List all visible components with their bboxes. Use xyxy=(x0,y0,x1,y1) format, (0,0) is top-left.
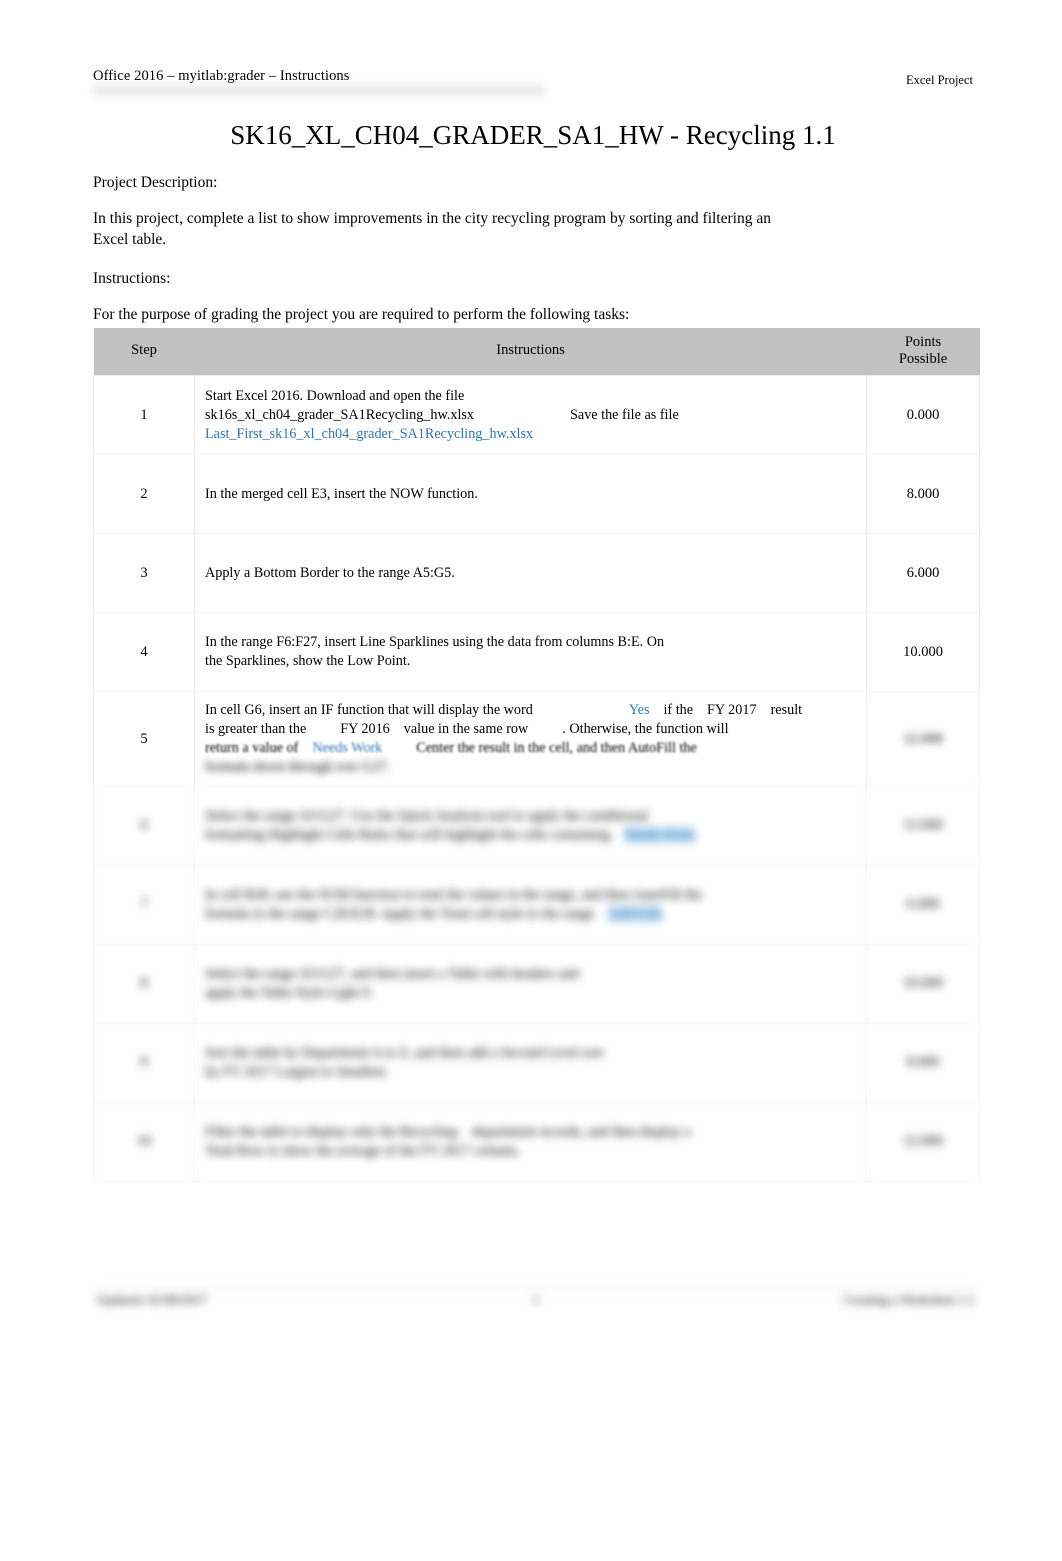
instruction-filename: sk16s_xl_ch04_grader_SA1Recycling_hw.xls… xyxy=(205,406,475,423)
instruction-text: In the range F6:F27, insert Line Sparkli… xyxy=(205,634,665,651)
instruction-text-3: apply the Table Style Light 9. xyxy=(205,984,374,1001)
points-possible: 8.000 xyxy=(866,454,980,535)
points-possible: 0.000 xyxy=(866,375,980,456)
table-row: 1 Start Excel 2016. Download and open th… xyxy=(93,375,980,456)
project-description-label: Project Description: xyxy=(93,174,218,191)
step-number: 1 xyxy=(93,375,195,456)
instruction-text-3: . xyxy=(661,905,665,922)
grading-steps-table: Step Instructions Points Possible 1 Star… xyxy=(93,328,980,1182)
column-header-points: Points Possible xyxy=(866,328,980,376)
instruction-text-7: return a value of xyxy=(205,740,299,757)
step-instructions: In cell B28, use the SUM function to tot… xyxy=(194,864,867,945)
instruction-text: Select the range A5:G27. Use the Quick A… xyxy=(205,807,649,824)
instruction-field-fy2016: FY 2016 xyxy=(340,721,390,738)
step-instructions: In the merged cell E3, insert the NOW fu… xyxy=(194,454,867,535)
project-description-text: In this project, complete a list to show… xyxy=(93,209,771,248)
points-possible: 10.000 xyxy=(866,612,980,693)
step-instructions: Filter the table to display only the Rec… xyxy=(194,1101,867,1182)
document-page: Office 2016 – myitlab:grader – Instructi… xyxy=(0,0,1062,1561)
instruction-text-3: by FY 2017 Largest to Smallest. xyxy=(205,1063,389,1080)
body-text-block: Project Description: In this project, co… xyxy=(93,173,793,326)
step-number: 3 xyxy=(93,533,195,614)
step-number: 9 xyxy=(93,1022,195,1103)
step-number: 5 xyxy=(93,691,195,787)
instruction-accent-needs-work: Needs Work xyxy=(312,740,383,757)
points-possible: 12.000 xyxy=(866,691,980,787)
step-instructions: Sort the table by Department A to Z, and… xyxy=(194,1022,867,1103)
step-number: 2 xyxy=(93,454,195,535)
header-right-text: Excel Project xyxy=(906,73,973,87)
instruction-text-5: value in the same row xyxy=(403,721,529,738)
table-row: 3 Apply a Bottom Border to the range A5:… xyxy=(93,533,980,614)
instruction-field-fy2017: FY 2017 xyxy=(707,702,757,719)
instruction-text-8: Center the result in the cell, and then … xyxy=(416,740,697,757)
step-instructions: Select the range A5:G27. Use the Quick A… xyxy=(194,785,867,866)
table-row: 6 Select the range A5:G27. Use the Quick… xyxy=(93,785,980,866)
instruction-text-2: , and then insert a Table with headers a… xyxy=(344,965,579,982)
instruction-text-3: result xyxy=(770,702,803,719)
footer-right-text: Creating a Worksheet 1.1 xyxy=(843,1292,975,1307)
instruction-text-9: formula down through row G27. xyxy=(205,758,390,775)
instruction-text: In the merged cell E3, insert the NOW fu… xyxy=(205,485,478,502)
step-instructions: In the range F6:F27, insert Line Sparkli… xyxy=(194,612,867,693)
instruction-text: Select the range A5:G27 xyxy=(205,965,345,982)
instruction-text: Apply a Bottom Border to the range A5:G5… xyxy=(205,564,455,581)
instruction-text: Sort the table by Department A to Z xyxy=(205,1044,408,1061)
points-possible: 10.000 xyxy=(866,943,980,1024)
instruction-text-2: department records, and then display a xyxy=(471,1123,691,1140)
instructions-text: For the purpose of grading the project y… xyxy=(93,305,630,323)
step-instructions: Select the range A5:G27, and then insert… xyxy=(194,943,867,1024)
instruction-text-4: is greater than the xyxy=(205,721,307,738)
column-header-step: Step xyxy=(93,328,195,376)
instruction-file-link[interactable]: Last_First_sk16_xl_ch04_grader_SA1Recycl… xyxy=(205,426,533,442)
instruction-text-2: , and then add a Second Level sort xyxy=(407,1044,604,1061)
instruction-text-3: Total Row to show the average of the FY … xyxy=(205,1142,520,1159)
page-title: SK16_XL_CH04_GRADER_SA1_HW - Recycling 1… xyxy=(230,120,836,150)
step-number: 8 xyxy=(93,943,195,1024)
instruction-accent-range: A28:G28 xyxy=(608,905,662,922)
step-number: 6 xyxy=(93,785,195,866)
instruction-text: Start Excel 2016. Download and open the … xyxy=(205,388,465,405)
table-row: 8 Select the range A5:G27, and then inse… xyxy=(93,943,980,1024)
points-possible: 12.000 xyxy=(866,1101,980,1182)
table-row: 4 In the range F6:F27, insert Line Spark… xyxy=(93,612,980,693)
points-possible: 12.000 xyxy=(866,785,980,866)
step-number: 7 xyxy=(93,864,195,945)
column-header-points-line2: Possible xyxy=(898,350,948,367)
instruction-text: In cell B28, use the SUM function to tot… xyxy=(205,886,702,903)
table-row: 5 In cell G6, insert an IF function that… xyxy=(93,691,980,787)
step-instructions: Start Excel 2016. Download and open the … xyxy=(194,375,867,456)
document-footer: Updated: 01/08/2017 1 Creating a Workshe… xyxy=(93,1288,979,1318)
points-possible: 6.000 xyxy=(866,864,980,945)
step-number: 4 xyxy=(93,612,195,693)
instructions-label: Instructions: xyxy=(93,269,171,287)
step-instructions: In cell G6, insert an IF function that w… xyxy=(194,691,867,787)
instruction-text-6: . Otherwise, the function will xyxy=(562,721,729,738)
document-header: Office 2016 – myitlab:grader – Instructi… xyxy=(93,68,973,100)
table-row: 2 In the merged cell E3, insert the NOW … xyxy=(93,454,980,535)
column-header-points-line1: Points xyxy=(904,334,942,350)
instruction-accent-needs-work: Needs Work xyxy=(624,826,695,843)
instruction-text-2: if the xyxy=(663,702,694,719)
points-possible: 6.000 xyxy=(866,533,980,614)
header-rule xyxy=(93,86,545,100)
points-possible: 8.000 xyxy=(866,1022,980,1103)
instruction-text: In cell G6, insert an IF function that w… xyxy=(205,702,533,719)
step-instructions: Apply a Bottom Border to the range A5:G5… xyxy=(194,533,867,614)
instruction-text-2: the Sparklines, show the Low Point. xyxy=(205,653,411,670)
table-row: 10 Filter the table to display only the … xyxy=(93,1101,980,1182)
instruction-text-2: Save the file as file xyxy=(570,406,679,423)
table-row: 7 In cell B28, use the SUM function to t… xyxy=(93,864,980,945)
instruction-text-2: formula to the range C28:E28. Apply the … xyxy=(205,905,595,922)
footer-rule xyxy=(93,1288,979,1289)
table-row: 9 Sort the table by Department A to Z, a… xyxy=(93,1022,980,1103)
instruction-text: Filter the table to display only the Rec… xyxy=(205,1123,458,1140)
column-header-instructions: Instructions xyxy=(194,328,867,376)
header-left-text: Office 2016 – myitlab:grader – Instructi… xyxy=(93,68,350,84)
step-number: 10 xyxy=(93,1101,195,1182)
instruction-accent-yes: Yes xyxy=(628,702,650,719)
instruction-text-3: . xyxy=(694,826,698,843)
table-header-row: Step Instructions Points Possible xyxy=(93,328,980,376)
instruction-text-2: formatting Highlight Cells Rules that wi… xyxy=(205,826,611,843)
